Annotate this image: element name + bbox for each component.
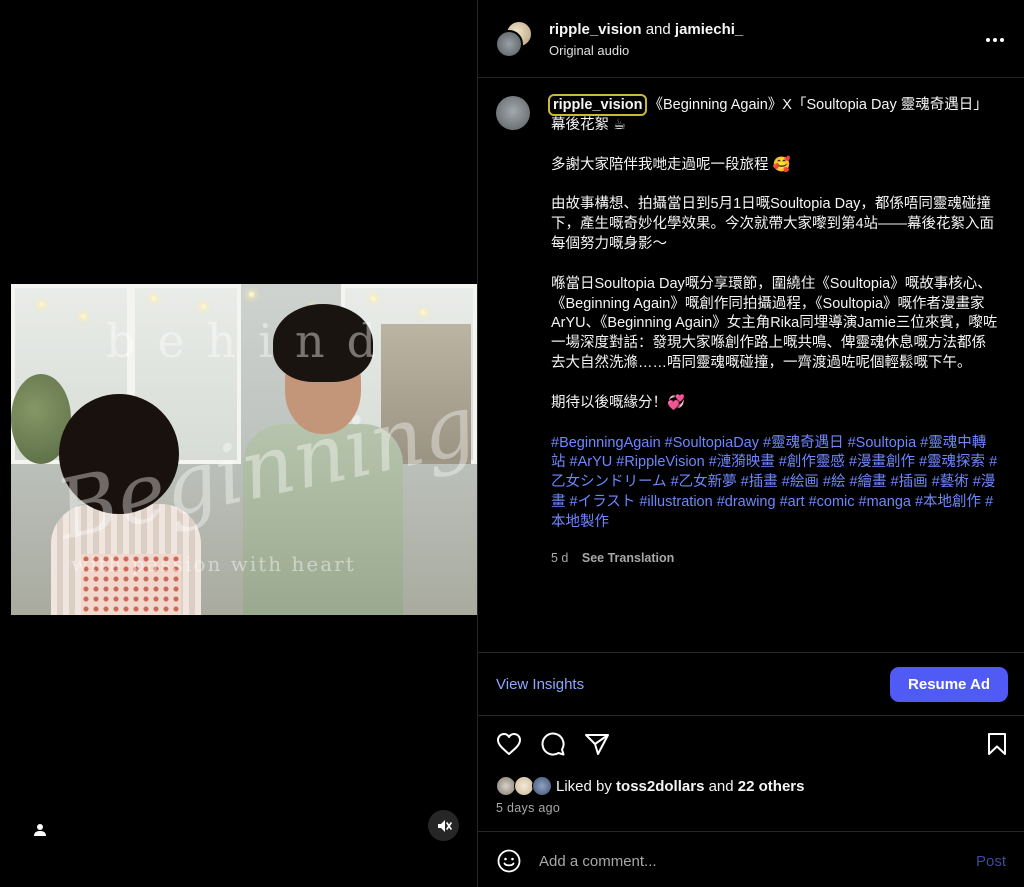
more-icon <box>986 38 1004 42</box>
like-button[interactable] <box>495 730 523 758</box>
post-video[interactable]: behind Beginning again with passion with… <box>11 284 477 615</box>
liker-avatars <box>496 776 554 796</box>
caption-username[interactable]: ripple_vision <box>547 94 648 116</box>
mute-button[interactable] <box>428 810 459 841</box>
caption-paragraph: 由故事構想、拍攝當日到5月1日嘅Soultopia Day，都係唔同靈魂碰撞下，… <box>551 196 995 252</box>
caption-paragraph: 期待以後嘅緣分！💞 <box>551 394 686 411</box>
speaker-muted-icon <box>437 819 452 832</box>
post-timestamp: 5 days ago <box>496 801 561 815</box>
caption-paragraph: 喺當日Soultopia Day嘅分享環節，圍繞住《Soultopia》嘅故事核… <box>551 275 998 371</box>
video-overlay-behind: behind <box>106 314 399 368</box>
caption-paragraph: 多謝大家陪伴我哋走過呢一段旅程 🥰 <box>551 156 791 173</box>
likes-and: and <box>708 777 734 795</box>
person-icon <box>34 824 46 836</box>
likes-summary[interactable]: Liked by toss2dollars and 22 others <box>496 776 805 796</box>
bookmark-icon <box>988 733 1006 755</box>
caption: ripple_vision 《Beginning Again》X「Soultop… <box>547 94 999 569</box>
action-bar <box>478 716 1024 772</box>
avatar <box>496 776 516 796</box>
caption-meta: 5 d See Translation <box>551 549 999 569</box>
light <box>201 304 206 309</box>
caption-age: 5 d <box>551 550 569 565</box>
comment-button[interactable] <box>539 730 567 758</box>
emoji-button[interactable] <box>496 848 522 874</box>
comment-bar: Post <box>478 831 1024 887</box>
see-translation-button[interactable]: See Translation <box>582 551 674 565</box>
likes-others[interactable]: 22 others <box>738 778 805 795</box>
author-link[interactable]: ripple_vision <box>549 21 642 38</box>
send-icon <box>585 734 609 755</box>
collab-avatars[interactable] <box>495 20 533 60</box>
post-header: ripple_vision and jamiechi_ Original aud… <box>478 0 1024 78</box>
comment-icon <box>541 732 565 756</box>
tagged-users-button[interactable] <box>28 818 52 842</box>
insights-bar: View Insights Resume Ad <box>478 652 1024 716</box>
avatar[interactable] <box>496 96 530 130</box>
audio-link[interactable]: Original audio <box>549 43 629 58</box>
likes-prefix: Liked by <box>556 777 612 795</box>
smiley-icon <box>497 849 521 873</box>
post-side-panel: ripple_vision and jamiechi_ Original aud… <box>477 0 1024 887</box>
and-text: and <box>645 21 671 38</box>
avatar <box>532 776 552 796</box>
collaborator-link[interactable]: jamiechi_ <box>675 21 743 38</box>
light <box>371 296 376 301</box>
light <box>39 302 44 307</box>
heart-icon <box>497 733 521 755</box>
avatar <box>495 30 523 58</box>
light <box>81 314 86 319</box>
post-authors: ripple_vision and jamiechi_ <box>549 21 743 38</box>
caption-hashtags[interactable]: #BeginningAgain #SoultopiaDay #靈魂奇遇日 #So… <box>551 434 999 533</box>
post-comment-button[interactable]: Post <box>976 853 1006 870</box>
post-viewer: behind Beginning again with passion with… <box>0 0 1024 887</box>
caption-area: ripple_vision 《Beginning Again》X「Soultop… <box>478 78 1024 652</box>
light <box>151 296 156 301</box>
resume-ad-button[interactable]: Resume Ad <box>890 667 1008 702</box>
light <box>249 292 254 297</box>
light <box>421 310 426 315</box>
view-insights-link[interactable]: View Insights <box>496 676 584 693</box>
avatar <box>514 776 534 796</box>
share-button[interactable] <box>583 730 611 758</box>
save-button[interactable] <box>983 730 1011 758</box>
video-overlay-tagline: with passion with heart <box>71 552 356 576</box>
comment-input[interactable] <box>539 846 939 876</box>
media-pane: behind Beginning again with passion with… <box>0 0 477 887</box>
liker-username[interactable]: toss2dollars <box>616 778 704 795</box>
more-options-button[interactable] <box>983 28 1007 52</box>
